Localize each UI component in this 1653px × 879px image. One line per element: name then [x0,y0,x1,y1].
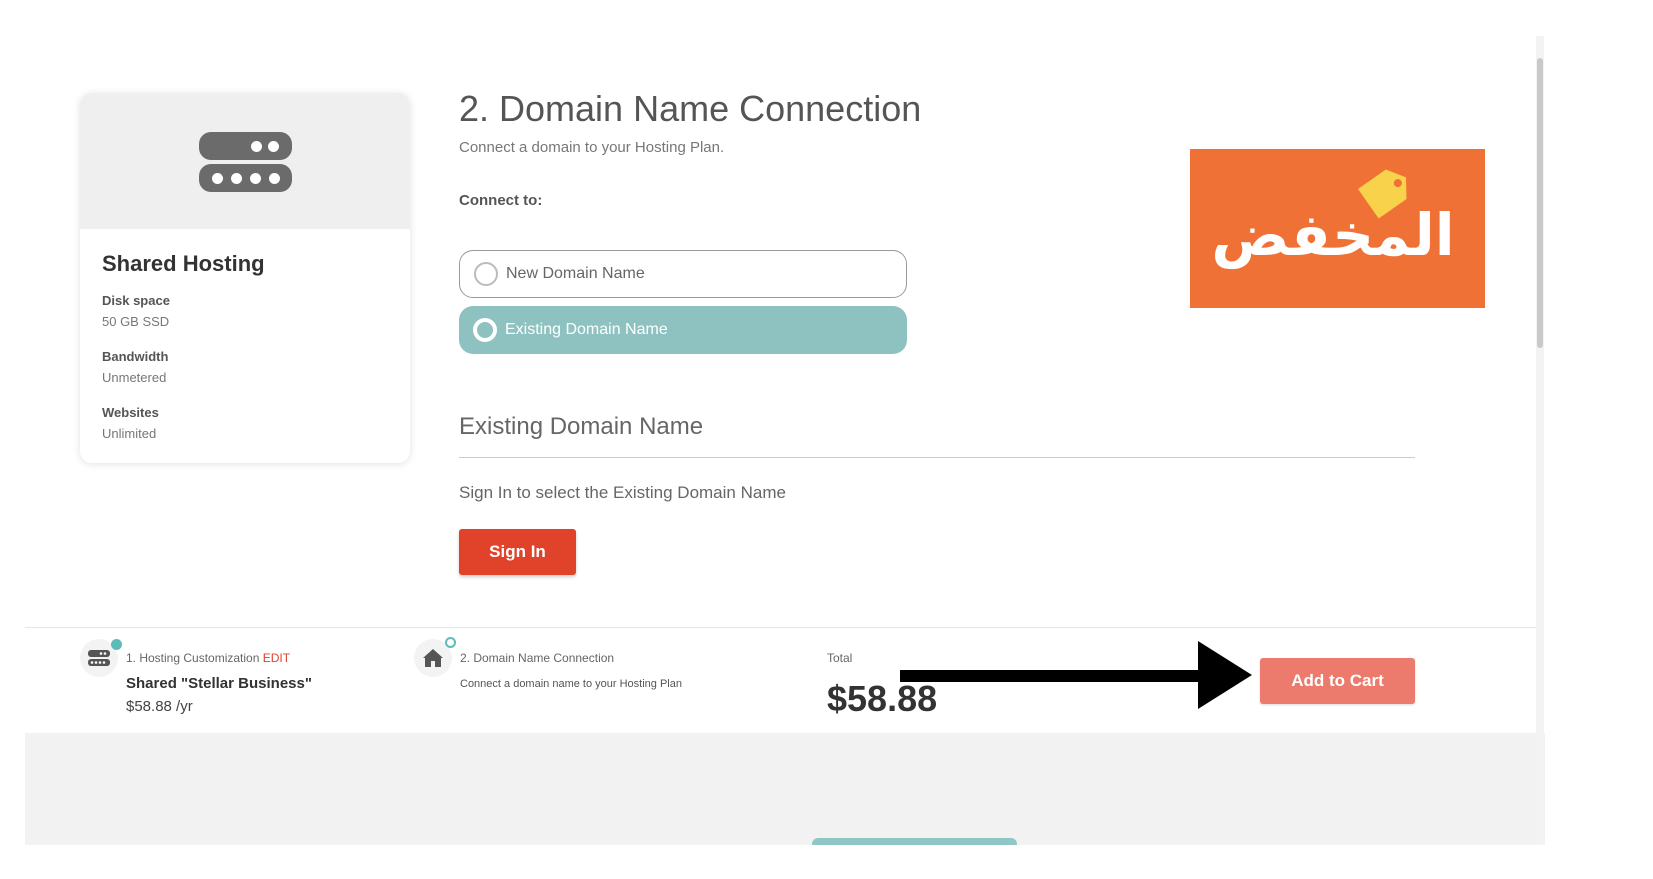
connect-label: Connect to: [459,192,543,209]
radio-unselected-icon[interactable] [474,262,498,286]
signin-prompt: Sign In to select the Existing Domain Na… [459,483,786,502]
server-icon [80,93,410,229]
sign-in-button[interactable]: Sign In [459,529,576,575]
logo-text: المخفض [1211,203,1455,268]
page-frame: Shared Hosting Disk space 50 GB SSD Band… [25,0,1545,845]
progress-badge-icon [445,637,456,648]
brand-logo: المخفض [1190,149,1485,308]
page-title: 2. Domain Name Connection [459,88,922,129]
option-existing-domain[interactable]: Existing Domain Name [459,306,907,354]
option-new-domain[interactable]: New Domain Name [459,250,907,298]
spec-value-websites: Unlimited [102,426,157,441]
spec-label-bandwidth: Bandwidth [102,349,169,364]
spec-label-disk: Disk space [102,293,170,308]
page-subtitle: Connect a domain to your Hosting Plan. [459,139,725,156]
radio-selected-icon[interactable] [473,318,497,342]
step1-price: $58.88 /yr [126,698,193,715]
section-divider [459,457,1415,458]
spec-value-disk: 50 GB SSD [102,314,170,329]
option-label: New Domain Name [506,265,645,282]
spec-label-websites: Websites [102,405,159,420]
product-title: Shared Hosting [102,251,265,276]
product-card: Shared Hosting Disk space 50 GB SSD Band… [80,93,410,463]
edit-link[interactable]: EDIT [263,651,290,665]
server-bar-bottom [199,164,292,192]
option-label: Existing Domain Name [505,321,668,338]
step1-label: 1. Hosting Customization EDIT [126,651,290,665]
total-label: Total [827,651,853,665]
check-badge-icon [111,639,122,650]
page-bottom-area [25,733,1545,845]
server-bar-top [199,132,292,160]
step2-description: Connect a domain name to your Hosting Pl… [460,678,682,690]
partial-button[interactable] [812,838,1017,845]
scrollbar-thumb[interactable] [1537,58,1543,348]
add-to-cart-button[interactable]: Add to Cart [1260,658,1415,704]
step1-plan: Shared "Stellar Business" [126,675,312,692]
section-heading: Existing Domain Name [459,413,704,440]
spec-value-bandwidth: Unmetered [102,370,167,385]
arrow-right-icon [900,641,1252,709]
step2-label: 2. Domain Name Connection [460,651,615,665]
step1-label-text: 1. Hosting Customization [126,651,260,665]
order-summary-bar: 1. Hosting Customization EDIT Shared "St… [25,627,1537,733]
